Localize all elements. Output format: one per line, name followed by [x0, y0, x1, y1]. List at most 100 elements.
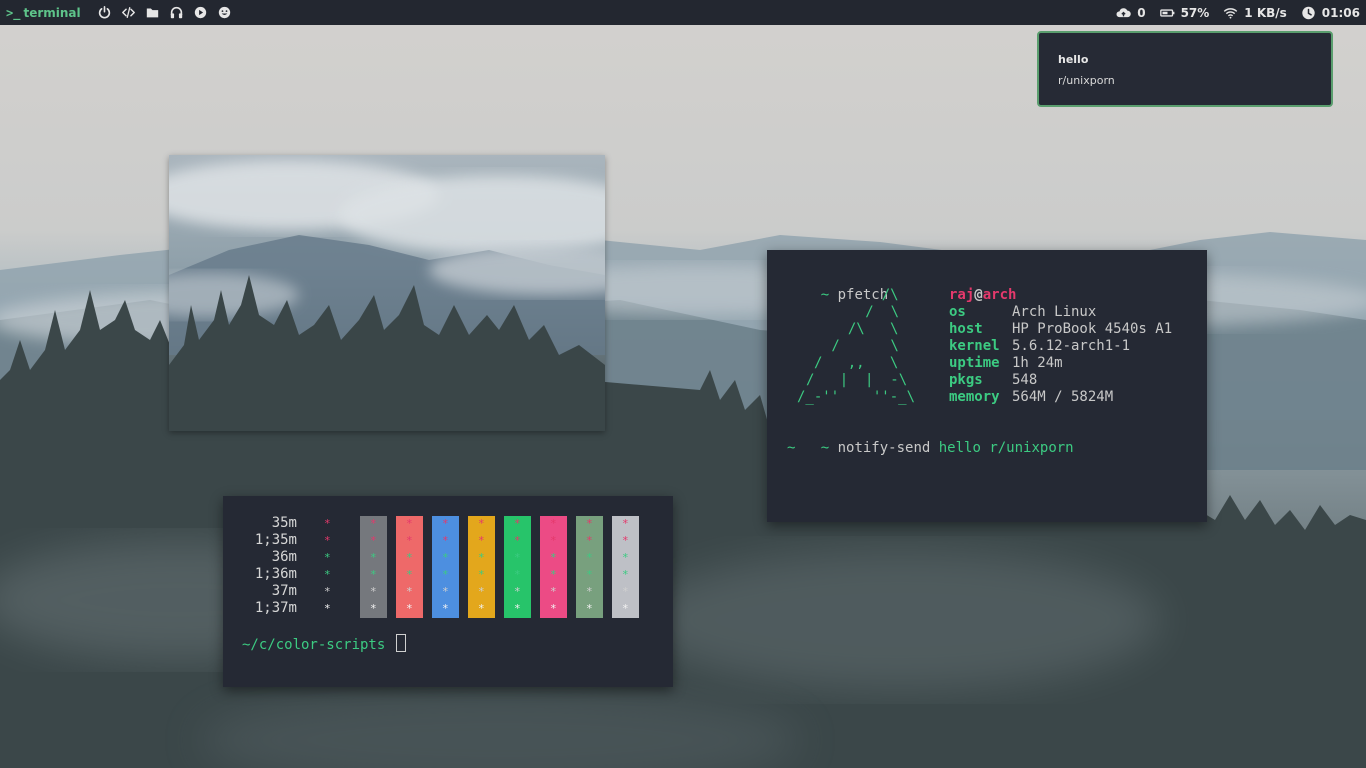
- swatch-star: *: [550, 568, 557, 581]
- info-value: 5.6.12-arch1-1: [1012, 338, 1131, 354]
- color-code-label: 1;35m: [254, 532, 297, 548]
- image-viewer-window[interactable]: [169, 155, 605, 431]
- swatch-star: *: [370, 602, 377, 615]
- terminal-prompt-icon: >_: [6, 5, 21, 20]
- color-code-labels: 35m 1;35m 36m 1;36m 37m 1;37m: [237, 515, 297, 617]
- swatch-star: *: [622, 568, 629, 581]
- info-value: HP ProBook 4540s A1: [1012, 321, 1173, 337]
- code-icon[interactable]: [117, 0, 141, 25]
- swatch-star: *: [586, 602, 593, 615]
- workspace-terminal[interactable]: >_ terminal: [6, 6, 81, 20]
- play-icon[interactable]: [189, 0, 213, 25]
- swatch-star: *: [442, 568, 449, 581]
- battery-percent: 57%: [1180, 5, 1210, 20]
- swatch-star: *: [550, 551, 557, 564]
- clock-icon: [1302, 6, 1315, 19]
- info-key: kernel: [949, 338, 1000, 354]
- color-code-label: 36m: [271, 549, 297, 565]
- swatch-star: *: [442, 534, 449, 547]
- info-key: os: [949, 304, 966, 320]
- at-sign: @: [974, 287, 983, 303]
- swatch-star: *: [514, 551, 521, 564]
- swatch-star: *: [478, 534, 485, 547]
- power-icon[interactable]: [93, 0, 117, 25]
- prompt-tilde: ~: [787, 440, 796, 456]
- wallpaper-preview-image: [169, 155, 605, 431]
- ascii-line: /_-'' ''-_\: [797, 389, 916, 405]
- color-code-label: 1;36m: [254, 566, 297, 582]
- swatch-star: *: [406, 568, 413, 581]
- ascii-line: /\: [848, 287, 899, 303]
- smiley-icon[interactable]: [213, 0, 237, 25]
- terminal-pfetch[interactable]: ~ pfetch /\ / \ /\ \ / \ / ,, \ / | | -\…: [767, 250, 1207, 522]
- swatch-star: *: [550, 585, 557, 598]
- swatch-star: *: [370, 517, 377, 530]
- command-args: hello r/unixporn: [938, 440, 1074, 456]
- foreground-star: *: [324, 534, 331, 547]
- swatch-star: *: [442, 551, 449, 564]
- swatch-star: *: [442, 517, 449, 530]
- swatch-star: *: [514, 602, 521, 615]
- swatch-star: *: [514, 585, 521, 598]
- folder-icon[interactable]: [141, 0, 165, 25]
- swatch-star: *: [478, 551, 485, 564]
- swatch-star: *: [406, 602, 413, 615]
- ascii-line: / \: [840, 304, 900, 320]
- swatch-star: *: [478, 517, 485, 530]
- swatch-star: *: [370, 551, 377, 564]
- swatch-star: *: [586, 585, 593, 598]
- swatch-star: *: [406, 517, 413, 530]
- wifi-icon: [1224, 7, 1238, 19]
- network-speed: 1 KB/s: [1244, 5, 1287, 20]
- swatch-star: *: [622, 534, 629, 547]
- battery-status[interactable]: 57%: [1159, 5, 1210, 20]
- color-code-label: 1;37m: [254, 600, 297, 616]
- top-bar: >_ terminal 0 57% 1 KB/s 01:06: [0, 0, 1366, 25]
- text-cursor: [395, 634, 406, 652]
- command-line-2: ~ notify-send hello r/unixporn: [787, 423, 1074, 474]
- info-key: pkgs: [949, 372, 983, 388]
- swatch-star: *: [514, 517, 521, 530]
- clock-time: 01:06: [1321, 5, 1360, 20]
- swatch-star: *: [406, 551, 413, 564]
- terminal-color-scripts[interactable]: 35m 1;35m 36m 1;36m 37m 1;37m * * * * * * * * * * * * * *…: [223, 496, 673, 687]
- ascii-line: / \: [823, 338, 899, 354]
- swatch-star: *: [622, 551, 629, 564]
- top-bar-right: 0 57% 1 KB/s 01:06: [1116, 0, 1360, 25]
- user-host: raj@arch: [949, 287, 1016, 304]
- prompt-tilde: ~: [820, 287, 830, 303]
- notification-popup[interactable]: hello r/unixporn: [1037, 31, 1333, 107]
- cloud-upload-icon: [1116, 7, 1131, 17]
- upload-status[interactable]: 0: [1116, 5, 1146, 20]
- swatch-star: *: [550, 602, 557, 615]
- foreground-star: *: [324, 585, 331, 598]
- swatch-star: *: [442, 602, 449, 615]
- swatch-star: *: [370, 585, 377, 598]
- swatch-star: *: [550, 534, 557, 547]
- swatch-star: *: [622, 585, 629, 598]
- swatch-star: *: [478, 568, 485, 581]
- username: raj: [949, 287, 975, 303]
- swatch-star: *: [622, 517, 629, 530]
- swatch-star: *: [442, 585, 449, 598]
- swatch-star: *: [586, 551, 593, 564]
- foreground-star: *: [324, 568, 331, 581]
- network-status[interactable]: 1 KB/s: [1223, 6, 1287, 20]
- info-key: memory: [949, 389, 1000, 405]
- swatch-star: *: [406, 585, 413, 598]
- color-scripts-prompt-line: ~/c/color-scripts: [242, 634, 406, 654]
- swatch-star: *: [514, 568, 521, 581]
- command-text: notify-send: [837, 440, 931, 456]
- clock[interactable]: 01:06: [1301, 6, 1360, 20]
- foreground-star: *: [324, 551, 331, 564]
- info-value: 548: [1012, 372, 1038, 388]
- ascii-line: /\ \: [831, 321, 899, 337]
- upload-count: 0: [1137, 5, 1146, 20]
- color-code-label: 37m: [271, 583, 297, 599]
- swatch-star: *: [478, 585, 485, 598]
- swatch-star: *: [586, 517, 593, 530]
- swatch-star: *: [550, 517, 557, 530]
- swatch-star: *: [406, 534, 413, 547]
- headphones-icon[interactable]: [165, 0, 189, 25]
- notification-body: r/unixporn: [1058, 74, 1115, 87]
